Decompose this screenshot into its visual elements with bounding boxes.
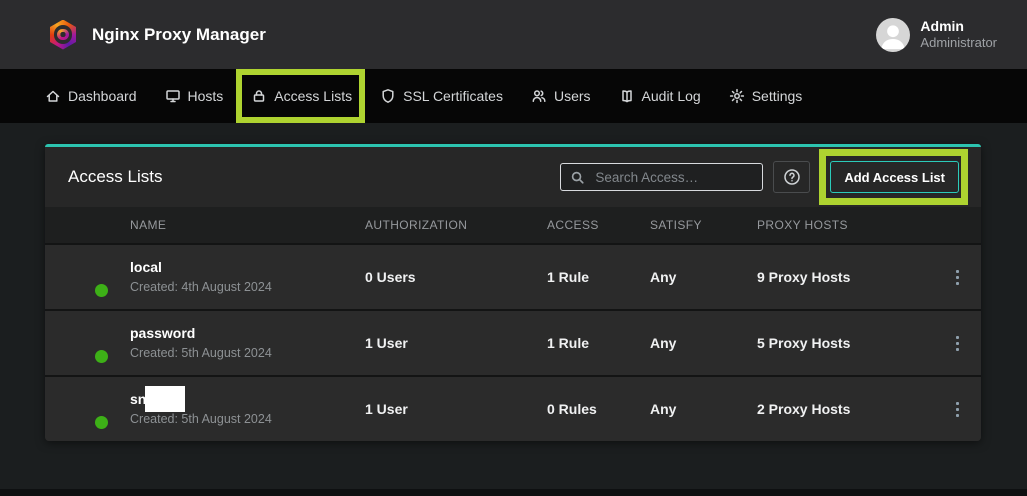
shield-icon: [380, 88, 396, 104]
table-row[interactable]: password Created: 5th August 2024 1 User…: [45, 309, 981, 375]
page-content: Access Lists Add Access List NAME AUTHOR…: [0, 123, 1027, 496]
access-cell: 0 Rules: [547, 401, 650, 417]
proxy-hosts-cell: 2 Proxy Hosts: [757, 401, 933, 417]
book-icon: [619, 88, 635, 104]
nav-label: Users: [554, 88, 591, 104]
help-circle-icon: [783, 168, 801, 186]
gear-icon: [729, 88, 745, 104]
main-nav: Dashboard Hosts Access Lists SSL Certifi…: [0, 69, 1027, 123]
search-icon: [570, 170, 585, 185]
row-name-cell: sn Created: 5th August 2024: [130, 392, 365, 426]
nav-label: Hosts: [188, 88, 224, 104]
table-header-row: NAME AUTHORIZATION ACCESS SATISFY PROXY …: [45, 207, 981, 243]
satisfy-cell: Any: [650, 335, 757, 351]
nav-item-access-lists[interactable]: Access Lists: [251, 88, 352, 104]
nav-item-users[interactable]: Users: [531, 88, 591, 104]
col-header-satisfy: SATISFY: [650, 218, 757, 232]
col-header-proxy-hosts: PROXY HOSTS: [757, 218, 933, 232]
search-box[interactable]: [560, 163, 763, 191]
satisfy-cell: Any: [650, 401, 757, 417]
row-actions-kebab-icon[interactable]: [952, 332, 963, 355]
card-title: Access Lists: [68, 167, 162, 187]
nav-label: SSL Certificates: [403, 88, 503, 104]
status-dot: [95, 350, 108, 363]
search-input[interactable]: [593, 169, 753, 186]
nav-item-ssl-certificates[interactable]: SSL Certificates: [380, 88, 503, 104]
row-name-cell: password Created: 5th August 2024: [130, 326, 365, 360]
user-menu[interactable]: Admin Administrator: [876, 18, 997, 52]
user-name: Admin: [920, 18, 997, 35]
user-avatar: [876, 18, 910, 52]
table-row[interactable]: local Created: 4th August 2024 0 Users 1…: [45, 243, 981, 309]
authorization-cell: 1 User: [365, 335, 547, 351]
row-name-cell: local Created: 4th August 2024: [130, 260, 365, 294]
nav-item-hosts[interactable]: Hosts: [165, 88, 224, 104]
row-avatar-cell: [70, 259, 107, 296]
top-header: Nginx Proxy Manager Admin Administrator: [0, 0, 1027, 69]
row-avatar-cell: [70, 391, 107, 428]
help-button[interactable]: [773, 161, 810, 193]
nav-item-dashboard[interactable]: Dashboard: [45, 88, 137, 104]
proxy-hosts-cell: 5 Proxy Hosts: [757, 335, 933, 351]
user-role: Administrator: [920, 35, 997, 51]
bottom-edge-strip: [0, 489, 1027, 496]
authorization-cell: 0 Users: [365, 269, 547, 285]
access-list-name: local: [130, 259, 162, 275]
row-actions-kebab-icon[interactable]: [952, 398, 963, 421]
col-header-authorization: AUTHORIZATION: [365, 218, 547, 232]
authorization-cell: 1 User: [365, 401, 547, 417]
nav-item-audit-log[interactable]: Audit Log: [619, 88, 701, 104]
created-date: Created: 5th August 2024: [130, 413, 365, 426]
access-cell: 1 Rule: [547, 269, 650, 285]
col-header-name: NAME: [130, 218, 365, 232]
created-date: Created: 4th August 2024: [130, 281, 365, 294]
status-dot: [95, 416, 108, 429]
monitor-icon: [165, 88, 181, 104]
access-lists-card: Access Lists Add Access List NAME AUTHOR…: [45, 144, 981, 441]
col-header-access: ACCESS: [547, 218, 650, 232]
redaction-box: [145, 386, 185, 412]
home-icon: [45, 88, 61, 104]
nginx-proxy-manager-logo-icon: [48, 20, 78, 50]
proxy-hosts-cell: 9 Proxy Hosts: [757, 269, 933, 285]
created-date: Created: 5th August 2024: [130, 347, 365, 360]
satisfy-cell: Any: [650, 269, 757, 285]
lock-icon: [251, 88, 267, 104]
nav-label: Audit Log: [642, 88, 701, 104]
access-list-name: password: [130, 325, 195, 341]
nav-label: Settings: [752, 88, 803, 104]
app-title: Nginx Proxy Manager: [92, 25, 266, 45]
add-access-list-button[interactable]: Add Access List: [830, 161, 959, 193]
nav-item-settings[interactable]: Settings: [729, 88, 803, 104]
access-list-name: sn: [130, 391, 146, 407]
users-icon: [531, 88, 547, 104]
add-access-list-wrap: Add Access List: [830, 161, 959, 193]
nav-label: Access Lists: [274, 88, 352, 104]
status-dot: [95, 284, 108, 297]
nav-label: Dashboard: [68, 88, 137, 104]
row-avatar-cell: [70, 325, 107, 362]
card-header: Access Lists Add Access List: [45, 147, 981, 207]
access-cell: 1 Rule: [547, 335, 650, 351]
row-actions-kebab-icon[interactable]: [952, 266, 963, 289]
table-row[interactable]: sn Created: 5th August 2024 1 User 0 Rul…: [45, 375, 981, 441]
